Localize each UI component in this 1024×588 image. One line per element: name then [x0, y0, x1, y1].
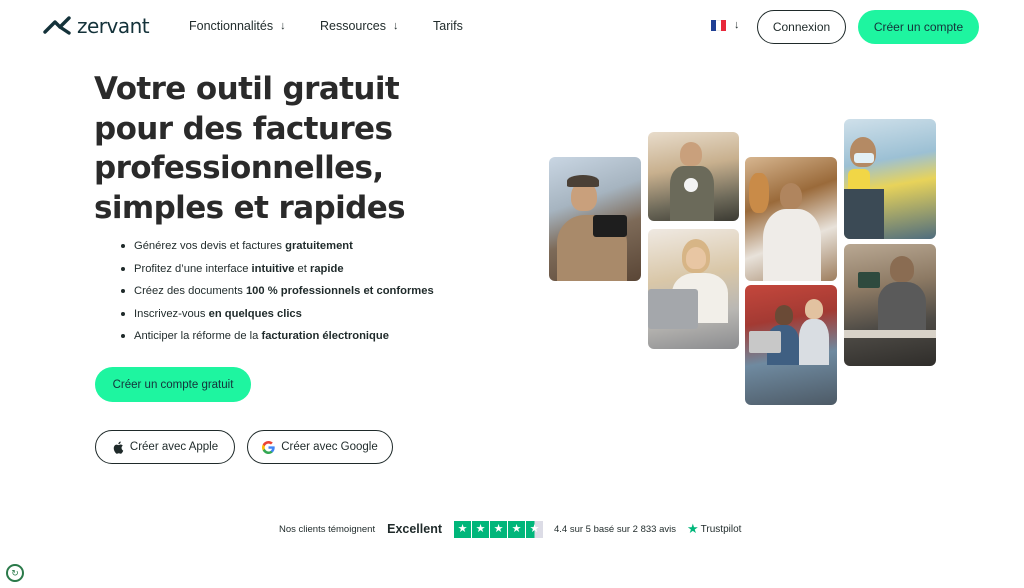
photo-coworkers: [745, 285, 837, 405]
create-free-account-button[interactable]: Créer un compte gratuit: [95, 367, 251, 402]
trust-rating-word: Excellent: [387, 522, 442, 536]
list-item: Inscrivez-vous en quelques clics: [120, 306, 434, 329]
trustpilot-bar[interactable]: Nos clients témoignent Excellent ★ ★ ★ ★…: [279, 519, 741, 539]
france-flag-icon: [711, 19, 726, 31]
hero-title: Votre outil gratuit pour des factures pr…: [94, 71, 406, 226]
apple-button-label: Créer avec Apple: [129, 441, 219, 453]
list-item: Anticiper la réforme de la facturation é…: [120, 328, 434, 351]
feature-list: Générez vos devis et factures gratuiteme…: [120, 238, 434, 351]
list-item: Générez vos devis et factures gratuiteme…: [120, 238, 434, 261]
nav-item-label: Fonctionnalités: [189, 19, 274, 33]
recaptcha-icon[interactable]: ↻: [6, 564, 24, 582]
list-item: Créez des documents 100 % professionnels…: [120, 283, 434, 306]
brand-logo[interactable]: zervant: [43, 14, 150, 38]
nav-item-fonctionnalites[interactable]: Fonctionnalités ↓: [189, 19, 286, 33]
sign-up-apple-button[interactable]: Créer avec Apple: [95, 430, 235, 464]
trustpilot-name: Trustpilot: [700, 523, 742, 535]
google-button-label: Créer avec Google: [281, 441, 378, 453]
trustpilot-star-icon: ★: [472, 520, 489, 538]
photo-technician: [844, 244, 936, 366]
photo-cleaner: [844, 119, 936, 239]
nav-item-label: Tarifs: [433, 19, 463, 33]
nav-item-label: Ressources: [320, 19, 386, 33]
login-button[interactable]: Connexion: [757, 10, 846, 44]
photo-baker: [745, 157, 837, 281]
signup-button[interactable]: Créer un compte: [858, 10, 979, 44]
site-header: zervant Fonctionnalités ↓ Ressources ↓ T…: [0, 0, 1024, 54]
trustpilot-star-icon: ★: [454, 520, 471, 538]
brand-name: zervant: [77, 14, 150, 38]
nav-item-tarifs[interactable]: Tarifs: [433, 19, 463, 33]
sign-up-google-button[interactable]: Créer avec Google: [247, 430, 393, 464]
trust-intro: Nos clients témoignent: [279, 523, 376, 535]
trustpilot-logo[interactable]: ★ Trustpilot: [687, 521, 741, 537]
arrow-down-icon: ↓: [734, 19, 740, 31]
trustpilot-star-icon: ★: [508, 520, 525, 538]
photo-woman-laptop: [648, 229, 739, 349]
photo-videographer: [549, 157, 641, 281]
trustpilot-stars: ★ ★ ★ ★ ★: [454, 520, 543, 538]
photo-craftsman: [648, 132, 739, 221]
arrow-down-icon: ↓: [280, 20, 286, 32]
list-item: Profitez d’une interface intuitive et ra…: [120, 261, 434, 284]
nav-item-ressources[interactable]: Ressources ↓: [320, 19, 399, 33]
apple-icon: [113, 441, 124, 454]
arrow-down-icon: ↓: [393, 20, 399, 32]
trust-summary: 4.4 sur 5 basé sur 2 833 avis: [554, 523, 676, 535]
google-icon: [262, 440, 275, 454]
trustpilot-star-icon: ★: [526, 520, 543, 538]
zervant-logo-icon: [43, 16, 71, 35]
trustpilot-star-icon: ★: [490, 520, 507, 538]
language-selector[interactable]: ↓: [711, 19, 740, 31]
trustpilot-star-icon: ★: [687, 521, 699, 536]
